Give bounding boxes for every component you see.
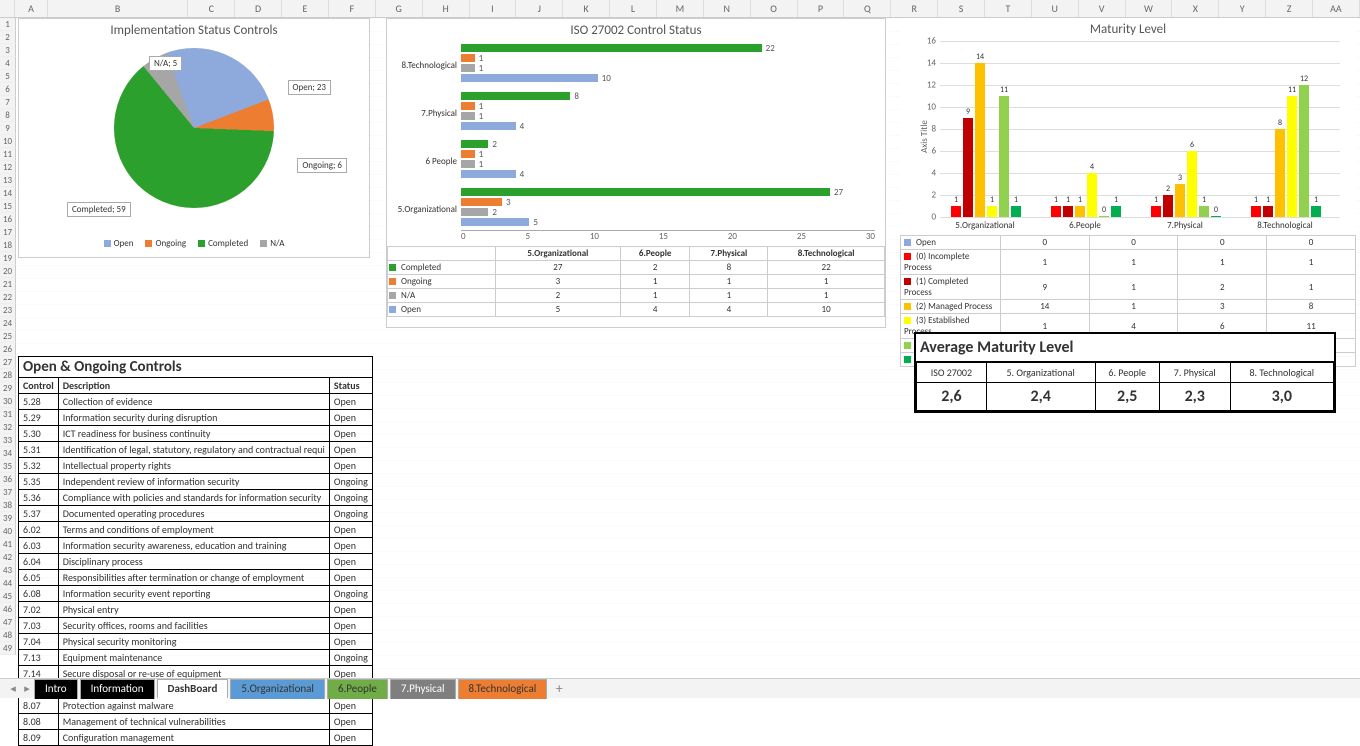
sheet-tab-Intro[interactable]: Intro bbox=[34, 679, 78, 699]
pie-label-open: Open; 23 bbox=[288, 80, 331, 95]
hbar-area: 8.Technological2211107.Physical81146 Peo… bbox=[397, 42, 875, 242]
chart2-title: ISO 27002 Control Status bbox=[387, 19, 885, 42]
add-sheet-button[interactable]: + bbox=[549, 680, 569, 697]
sheet-tabs: ◂ ▸ IntroInformationDashBoard5.Organizat… bbox=[0, 678, 1360, 698]
column-chart: Axis Title 0246810121416191411115.Organi… bbox=[910, 41, 1346, 231]
chart-implementation-status[interactable]: Implementation Status Controls Open; 23 … bbox=[18, 18, 370, 258]
chart-iso-control-status[interactable]: ISO 27002 Control Status 8.Technological… bbox=[386, 18, 886, 328]
avg-maturity-table: Average Maturity Level ISO 270025. Organ… bbox=[914, 332, 1336, 413]
chart2-data-table: 5.Organizational6.People7.Physical8.Tech… bbox=[387, 246, 885, 317]
chart1-legend: OpenOngoingCompletedN/A bbox=[19, 238, 369, 249]
pie-chart bbox=[114, 48, 274, 208]
sheet-tab-Information[interactable]: Information bbox=[80, 679, 155, 699]
tab-nav-prev[interactable]: ◂ bbox=[6, 682, 20, 695]
avg-maturity-title: Average Maturity Level bbox=[916, 334, 1334, 362]
column-headers: ABCDEFGHIJKLMNOPQRSTUVWXYZAA bbox=[0, 0, 1360, 18]
sheet-tab-5.Organizational[interactable]: 5.Organizational bbox=[230, 679, 325, 699]
chart3-title: Maturity Level bbox=[900, 18, 1356, 41]
sheet-tab-8.Technological[interactable]: 8.Technological bbox=[458, 679, 548, 699]
sheet-tab-6.People[interactable]: 6.People bbox=[327, 679, 388, 699]
pie-label-ongoing: Ongoing; 6 bbox=[297, 158, 347, 173]
chart-maturity-level[interactable]: Maturity Level Axis Title 02468101214161… bbox=[900, 18, 1356, 328]
pie-label-completed: Completed; 59 bbox=[67, 202, 131, 217]
sheet-tab-DashBoard[interactable]: DashBoard bbox=[157, 679, 229, 699]
chart1-title: Implementation Status Controls bbox=[19, 19, 369, 42]
sheet-tab-7.Physical[interactable]: 7.Physical bbox=[390, 679, 456, 699]
pie-label-na: N/A; 5 bbox=[149, 56, 182, 71]
tab-nav-next[interactable]: ▸ bbox=[20, 682, 34, 695]
